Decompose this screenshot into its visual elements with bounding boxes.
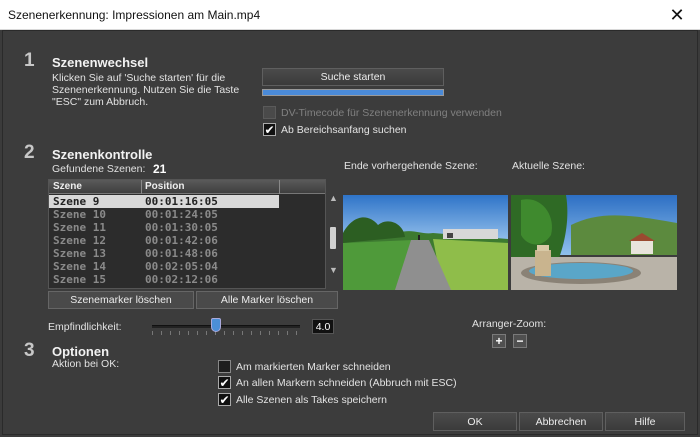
scene-position: 00:01:30:05 xyxy=(145,221,218,234)
check-icon: ✔ xyxy=(218,392,231,407)
scene-list-row[interactable]: Szene 10 00:01:24:05 xyxy=(49,208,279,221)
scene-name: Szene 11 xyxy=(53,221,106,234)
scene-list-row[interactable]: Szene 14 00:02:05:04 xyxy=(49,260,279,273)
scene-position: 00:01:48:06 xyxy=(145,247,218,260)
scene-name: Szene 9 xyxy=(53,195,100,208)
scene-list-row[interactable]: Szene 9 00:01:16:05 xyxy=(49,195,279,208)
scene-list-row[interactable]: Szene 11 00:01:30:05 xyxy=(49,221,279,234)
current-scene-preview xyxy=(511,195,677,290)
scene-list-scrollbar[interactable]: ▲ ▼ xyxy=(326,179,340,289)
arranger-zoom-label: Arranger-Zoom: xyxy=(472,318,547,330)
start-search-button[interactable]: Suche starten xyxy=(262,68,444,86)
column-separator xyxy=(141,180,142,194)
fountain-image xyxy=(511,195,677,290)
scene-name: Szene 10 xyxy=(53,208,106,221)
step-number-1: 1 xyxy=(24,50,35,71)
scene-name: Szene 13 xyxy=(53,247,106,260)
scene-list-row[interactable]: Szene 15 00:02:12:06 xyxy=(49,273,279,286)
check-icon: ✔ xyxy=(218,375,231,390)
help-button[interactable]: Hilfe xyxy=(605,412,685,431)
scroll-thumb[interactable] xyxy=(330,227,336,249)
current-scene-label: Aktuelle Szene: xyxy=(512,160,585,172)
check-icon: ✔ xyxy=(263,122,276,137)
previous-scene-preview xyxy=(343,195,508,290)
option-label: An allen Markern schneiden (Abbruch mit … xyxy=(236,376,457,389)
option-label: Alle Szenen als Takes speichern xyxy=(236,393,387,406)
cancel-button[interactable]: Abbrechen xyxy=(519,412,603,431)
section-title-options: Optionen xyxy=(52,344,110,359)
sensitivity-slider-track[interactable] xyxy=(152,325,300,328)
action-on-ok-label: Aktion bei OK: xyxy=(52,358,120,370)
dv-timecode-checkbox[interactable]: DV-Timecode für Szenenerkennung verwende… xyxy=(263,106,502,119)
checkbox-box xyxy=(263,106,276,119)
option-label: Am markierten Marker schneiden xyxy=(236,360,391,373)
column-separator xyxy=(279,180,280,194)
progress-fill xyxy=(263,90,443,95)
range-start-checkbox[interactable]: ✔ Ab Bereichsanfang suchen xyxy=(263,123,407,136)
range-start-label: Ab Bereichsanfang suchen xyxy=(281,123,407,136)
title-bar: Szenenerkennung: Impressionen am Main.mp… xyxy=(0,0,700,30)
delete-all-markers-button[interactable]: Alle Marker löschen xyxy=(196,291,338,309)
previous-scene-label: Ende vorhergehende Szene: xyxy=(344,160,478,172)
scene-list-row[interactable]: Szene 13 00:01:48:06 xyxy=(49,247,279,260)
scene-position: 00:01:24:05 xyxy=(145,208,218,221)
column-header-position[interactable]: Position xyxy=(145,181,184,192)
window-title: Szenenerkennung: Impressionen am Main.mp… xyxy=(8,8,261,22)
ok-button[interactable]: OK xyxy=(433,412,517,431)
sensitivity-slider-thumb[interactable] xyxy=(211,318,221,332)
scroll-up-icon[interactable]: ▲ xyxy=(329,193,338,203)
found-scenes-count: 21 xyxy=(153,162,167,176)
scene-position: 00:01:42:06 xyxy=(145,234,218,247)
close-icon[interactable]: ✕ xyxy=(654,0,700,30)
delete-scene-marker-button[interactable]: Szenemarker löschen xyxy=(48,291,194,309)
step-number-3: 3 xyxy=(24,340,35,361)
sensitivity-value: 4.0 xyxy=(312,319,334,334)
section-title-scene-control: Szenenkontrolle xyxy=(52,147,153,162)
scene-list-row[interactable]: Szene 12 00:01:42:06 xyxy=(49,234,279,247)
option-cut-at-all-markers[interactable]: ✔ An allen Markern schneiden (Abbruch mi… xyxy=(218,376,457,389)
scene-position: 00:02:05:04 xyxy=(145,260,218,273)
scene-name: Szene 12 xyxy=(53,234,106,247)
sensitivity-label: Empfindlichkeit: xyxy=(48,321,122,333)
section-title-scene-change: Szenenwechsel xyxy=(52,55,149,70)
zoom-in-button[interactable]: + xyxy=(492,334,506,348)
option-cut-at-marked-marker[interactable]: Am markierten Marker schneiden xyxy=(218,360,391,373)
scene-position: 00:01:16:05 xyxy=(145,195,218,208)
search-progress-bar xyxy=(262,89,444,96)
sensitivity-slider-ticks xyxy=(152,331,300,335)
dv-timecode-label: DV-Timecode für Szenenerkennung verwende… xyxy=(281,106,502,119)
scene-name: Szene 15 xyxy=(53,273,106,286)
search-hint-text: Klicken Sie auf 'Suche starten' für die … xyxy=(52,72,240,108)
scene-position: 00:02:12:06 xyxy=(145,273,218,286)
column-header-scene[interactable]: Szene xyxy=(53,181,82,192)
scroll-down-icon[interactable]: ▼ xyxy=(329,265,338,275)
scene-rows: Szene 9 00:01:16:05 Szene 10 00:01:24:05 Sze… xyxy=(49,195,279,286)
scene-list-header: Szene Position xyxy=(49,180,325,194)
scene-list[interactable]: Szene Position Szene 9 00:01:16:05 Szene 1… xyxy=(48,179,326,289)
road-field-image xyxy=(343,195,508,290)
option-save-as-takes[interactable]: ✔ Alle Szenen als Takes speichern xyxy=(218,393,387,406)
found-scenes-label: Gefundene Szenen: xyxy=(52,163,146,175)
zoom-out-button[interactable]: − xyxy=(513,334,527,348)
scene-name: Szene 14 xyxy=(53,260,106,273)
checkbox-box xyxy=(218,360,231,373)
step-number-2: 2 xyxy=(24,142,35,163)
